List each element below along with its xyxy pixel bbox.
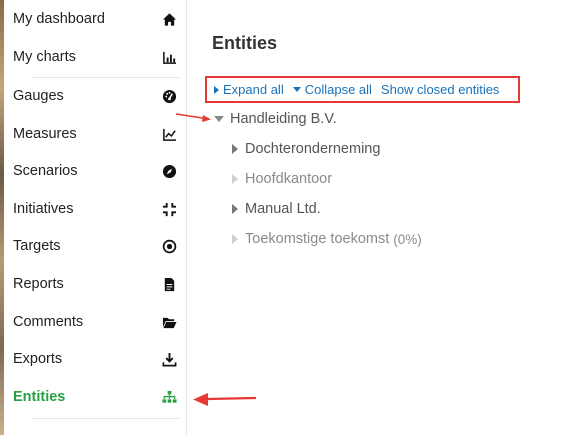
page-title: Entities xyxy=(212,33,278,53)
expand-all-button[interactable]: Expand all xyxy=(214,82,284,97)
sidebar: My dashboard My charts Gauges Measures S… xyxy=(4,0,187,435)
tree-node[interactable]: Toekomstige toekomst (0%) xyxy=(232,231,422,247)
collapse-all-button[interactable]: Collapse all xyxy=(292,82,372,97)
tree-node[interactable]: Hoofdkantoor xyxy=(232,171,332,187)
sidebar-item-measures[interactable]: Measures xyxy=(4,116,187,152)
line-chart-icon xyxy=(161,126,177,142)
main-content: Entities Expand all Collapse all Show cl… xyxy=(188,0,572,435)
file-icon xyxy=(161,276,177,292)
sidebar-item-exports[interactable]: Exports xyxy=(4,341,187,377)
sidebar-item-initiatives[interactable]: Initiatives xyxy=(4,191,187,227)
tree-node-label[interactable]: Manual Ltd. xyxy=(245,201,321,217)
show-closed-entities-link[interactable]: Show closed entities xyxy=(381,82,500,97)
collapse-all-label: Collapse all xyxy=(304,82,372,97)
tree-node-label[interactable]: Hoofdkantoor xyxy=(245,171,332,187)
sidebar-item-label: Exports xyxy=(13,351,63,367)
expand-all-label: Expand all xyxy=(223,82,284,97)
tree-node[interactable]: Dochteronderneming xyxy=(232,141,380,157)
tree-toolbar: Expand all Collapse all Show closed enti… xyxy=(205,76,520,103)
caret-right-icon xyxy=(214,85,219,94)
tree-node[interactable]: Manual Ltd. xyxy=(232,201,321,217)
sidebar-item-label: Initiatives xyxy=(13,201,74,217)
collapse-toggle-icon[interactable] xyxy=(214,116,224,122)
sidebar-item-comments[interactable]: Comments xyxy=(4,304,187,340)
sidebar-item-scenarios[interactable]: Scenarios xyxy=(4,153,187,189)
sidebar-item-gauges[interactable]: Gauges xyxy=(4,78,187,114)
folder-open-icon xyxy=(161,314,177,330)
bar-chart-icon xyxy=(161,49,177,65)
sidebar-item-my-charts[interactable]: My charts xyxy=(4,39,187,75)
sidebar-item-label: Scenarios xyxy=(13,163,78,179)
sidebar-item-label: My charts xyxy=(13,49,76,65)
sitemap-icon xyxy=(161,389,177,405)
tree-root[interactable]: Handleiding B.V. xyxy=(214,111,337,127)
tree-node-label[interactable]: Dochteronderneming xyxy=(245,141,380,157)
tree-node-percentage: (0%) xyxy=(393,231,422,247)
sidebar-divider xyxy=(32,418,180,419)
target-icon xyxy=(161,238,177,254)
sidebar-item-my-dashboard[interactable]: My dashboard xyxy=(4,1,187,37)
sidebar-item-label: Measures xyxy=(13,126,77,142)
compress-icon xyxy=(161,201,177,217)
sidebar-item-targets[interactable]: Targets xyxy=(4,228,187,264)
sidebar-item-label: Comments xyxy=(13,314,84,330)
tree-node-label[interactable]: Handleiding B.V. xyxy=(230,111,337,127)
sidebar-item-label: Targets xyxy=(13,238,61,254)
sidebar-item-label: Reports xyxy=(13,276,64,292)
sidebar-item-label: Entities xyxy=(13,389,66,405)
leaf-toggle-icon xyxy=(232,234,238,244)
expand-toggle-icon[interactable] xyxy=(232,144,238,154)
leaf-toggle-icon xyxy=(232,174,238,184)
gauge-icon xyxy=(161,88,177,104)
sidebar-item-entities[interactable]: Entities xyxy=(4,379,187,415)
sidebar-item-label: My dashboard xyxy=(13,11,105,27)
caret-down-icon xyxy=(292,87,301,92)
expand-toggle-icon[interactable] xyxy=(232,204,238,214)
home-icon xyxy=(161,11,177,27)
sidebar-item-label: Gauges xyxy=(13,88,64,104)
sidebar-item-reports[interactable]: Reports xyxy=(4,266,187,302)
tree-node-label[interactable]: Toekomstige toekomst xyxy=(245,231,389,247)
compass-icon xyxy=(161,163,177,179)
download-icon xyxy=(161,351,177,367)
